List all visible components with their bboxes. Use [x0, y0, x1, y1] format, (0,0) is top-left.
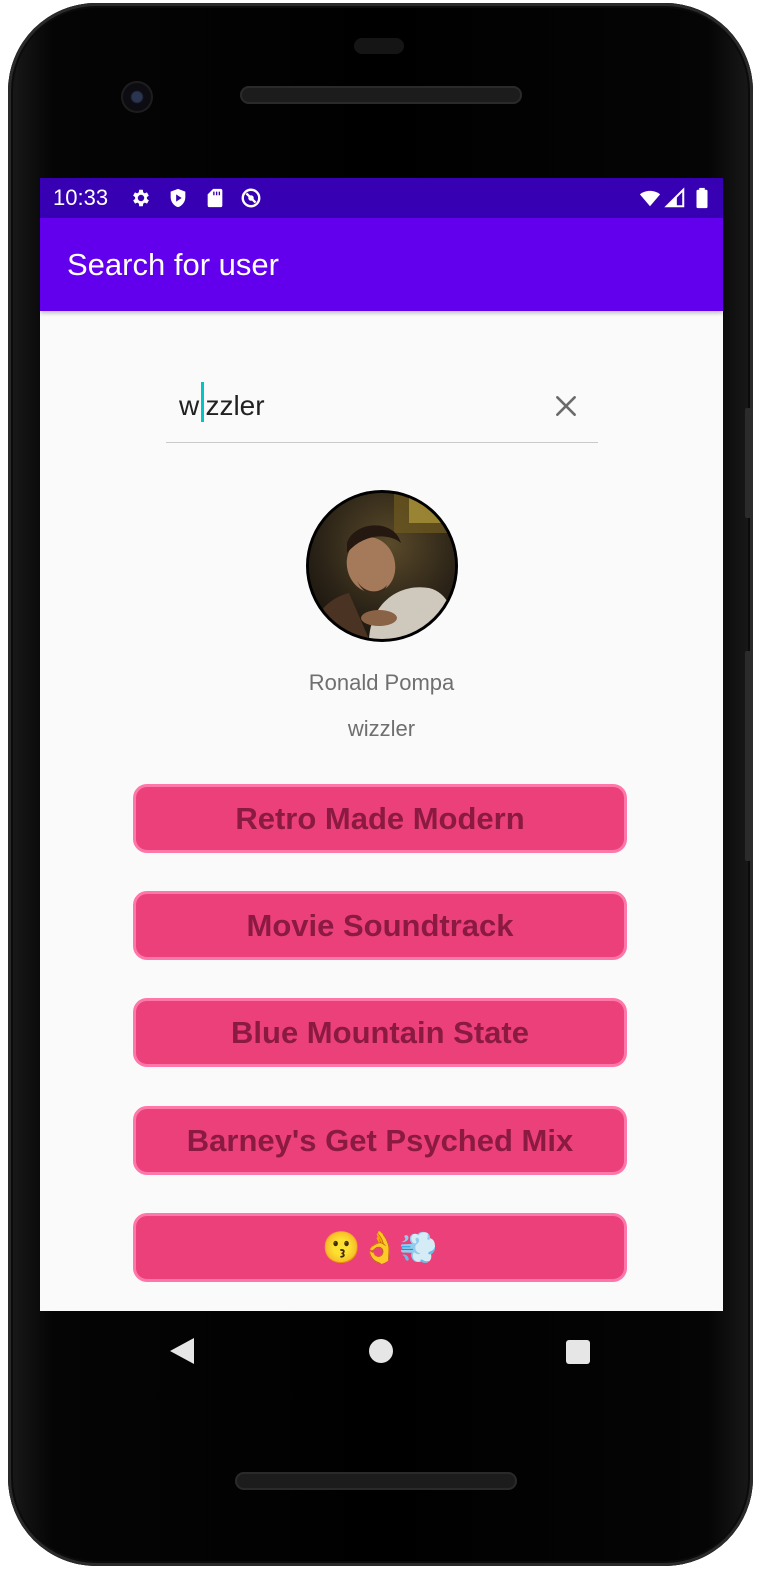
wifi-icon	[639, 190, 661, 207]
page-title: Search for user	[67, 247, 279, 282]
playlist-button[interactable]: 😗👌💨	[133, 1213, 627, 1282]
playlist-button[interactable]: Barney's Get Psyched Mix	[133, 1106, 627, 1175]
status-time: 10:33	[53, 185, 109, 210]
sd-card-icon	[207, 188, 223, 208]
profile-display-name: Ronald Pompa	[308, 670, 455, 695]
search-field	[166, 368, 598, 443]
playlist-button[interactable]: Movie Soundtrack	[133, 891, 627, 960]
sync-disabled-icon	[241, 188, 261, 208]
avatar[interactable]	[306, 490, 458, 642]
cell-signal-icon	[664, 187, 685, 208]
settings-icon	[133, 189, 149, 207]
battery-icon	[696, 187, 708, 209]
avatar-photo	[309, 493, 455, 639]
volume-button	[745, 651, 753, 861]
navigation-bar	[40, 1311, 723, 1391]
earpiece	[354, 38, 404, 54]
shield-play-icon	[170, 188, 186, 208]
home-icon[interactable]	[369, 1339, 393, 1363]
playlist-button[interactable]: Blue Mountain State	[133, 998, 627, 1067]
playlist-button[interactable]: Retro Made Modern	[133, 784, 627, 853]
clear-search-button[interactable]	[546, 386, 586, 426]
recents-icon[interactable]	[566, 1340, 590, 1364]
front-speaker-bottom	[235, 1472, 517, 1490]
power-button	[745, 408, 753, 518]
close-icon	[556, 396, 576, 416]
screen: 10:33 Search for user wizzler Ronald Pom…	[40, 178, 723, 1311]
status-bar: 10:33	[40, 178, 723, 218]
back-icon[interactable]	[170, 1338, 194, 1364]
profile-username: wizzler	[347, 716, 416, 741]
front-speaker-top	[240, 86, 522, 104]
app-bar: Search for user	[40, 218, 723, 311]
text-cursor	[201, 382, 204, 422]
front-camera	[121, 81, 153, 113]
search-input[interactable]	[179, 386, 539, 426]
